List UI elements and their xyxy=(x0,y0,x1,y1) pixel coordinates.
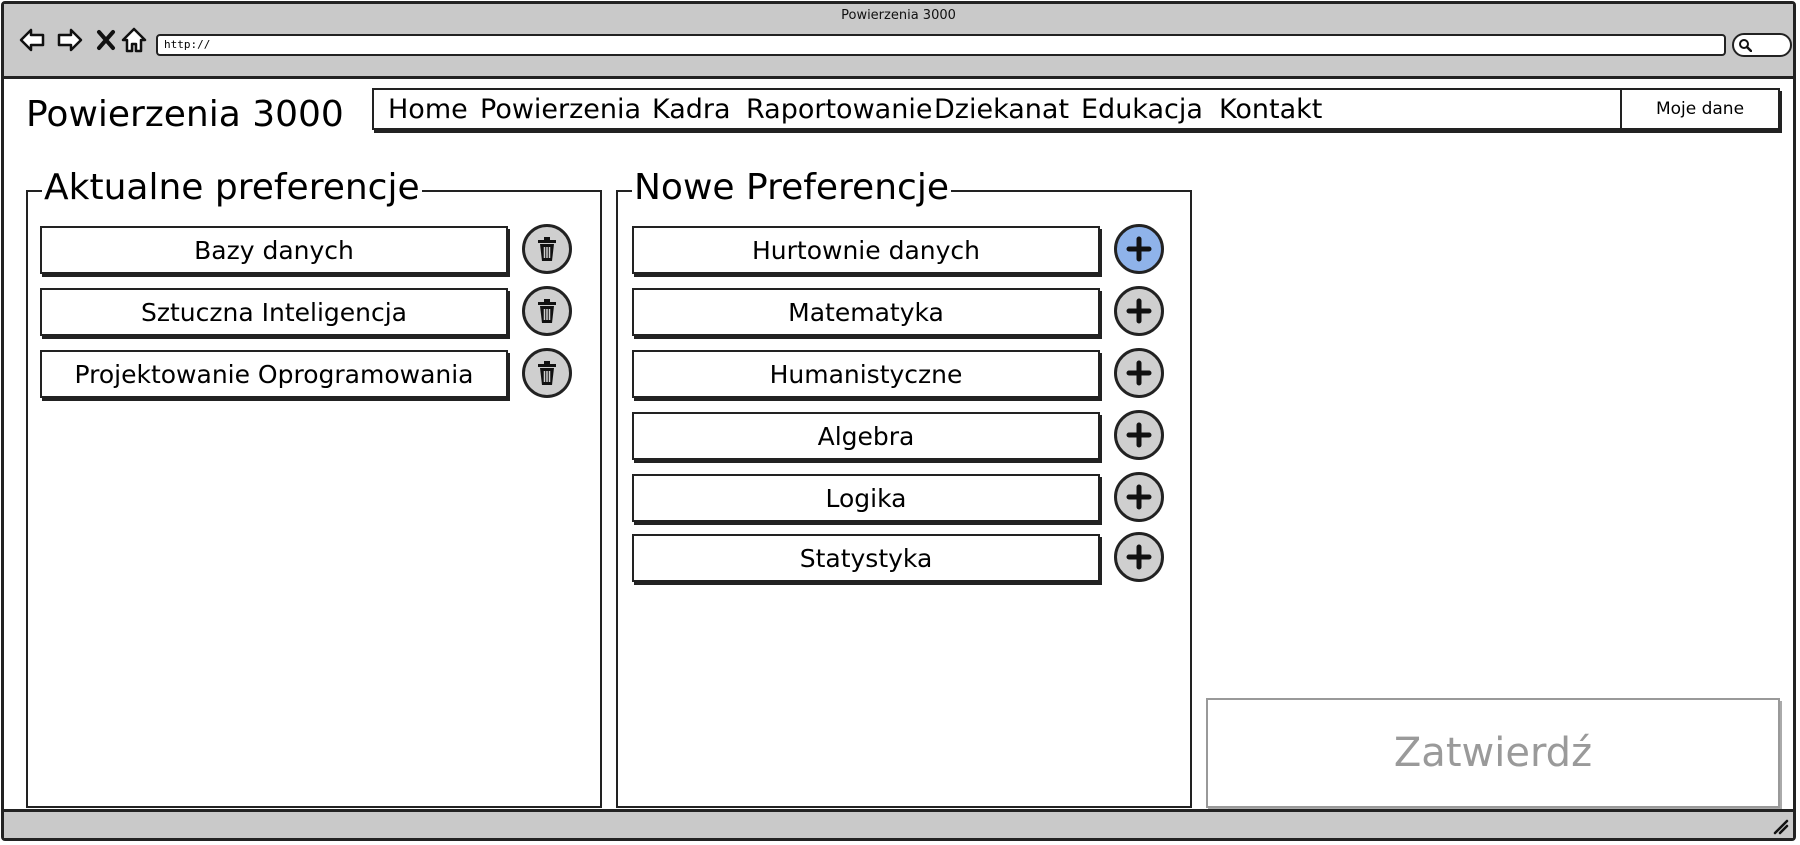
new-preference-item[interactable]: Humanistyczne xyxy=(632,350,1100,398)
app-title: Powierzenia 3000 xyxy=(26,94,344,135)
plus-icon xyxy=(1126,484,1152,510)
remove-preference-button[interactable] xyxy=(522,224,572,274)
close-icon xyxy=(97,30,115,50)
trash-icon xyxy=(538,361,556,385)
confirm-button[interactable]: Zatwierdź xyxy=(1206,698,1780,808)
my-data-button[interactable]: Moje dane xyxy=(1620,88,1780,130)
forward-button[interactable] xyxy=(54,24,86,56)
address-bar[interactable]: http:// xyxy=(156,34,1726,56)
window-title: Powierzenia 3000 xyxy=(841,8,956,23)
remove-preference-button[interactable] xyxy=(522,348,572,398)
menu-item-home[interactable]: Home xyxy=(388,94,468,125)
status-bar xyxy=(4,809,1793,838)
menu-item-dziekanat[interactable]: Dziekanat xyxy=(934,94,1069,125)
search-icon xyxy=(1739,39,1752,52)
new-preference-item[interactable]: Algebra xyxy=(632,412,1100,460)
current-preference-item[interactable]: Bazy danych xyxy=(40,226,508,274)
current-preferences-panel: Aktualne preferencje Bazy danych Sztuczn… xyxy=(26,166,602,808)
new-preference-item[interactable]: Logika xyxy=(632,474,1100,522)
trash-icon xyxy=(538,237,556,261)
current-preferences-title: Aktualne preferencje xyxy=(42,166,422,210)
plus-icon xyxy=(1126,422,1152,448)
menu-item-kontakt[interactable]: Kontakt xyxy=(1219,94,1322,125)
browser-window: Powierzenia 3000 http:// Powierzenia 300… xyxy=(1,1,1796,841)
new-preference-item[interactable]: Matematyka xyxy=(632,288,1100,336)
main-menu: Home Powierzenia Kadra Raportowanie Dzie… xyxy=(372,88,1780,130)
home-button[interactable] xyxy=(118,24,150,56)
menu-item-kadra[interactable]: Kadra xyxy=(652,94,731,125)
plus-icon xyxy=(1126,544,1152,570)
add-preference-button[interactable] xyxy=(1114,224,1164,274)
plus-icon xyxy=(1126,360,1152,386)
plus-icon xyxy=(1126,298,1152,324)
add-preference-button[interactable] xyxy=(1114,286,1164,336)
arrow-right-icon xyxy=(57,28,83,52)
browser-chrome: Powierzenia 3000 http:// xyxy=(4,4,1793,79)
trash-icon xyxy=(538,299,556,323)
resize-grip-icon[interactable] xyxy=(1771,817,1789,835)
new-preference-item[interactable]: Statystyka xyxy=(632,534,1100,582)
menu-item-raportowanie[interactable]: Raportowanie xyxy=(746,94,932,125)
arrow-left-icon xyxy=(19,28,45,52)
add-preference-button[interactable] xyxy=(1114,472,1164,522)
new-preferences-title: Nowe Preferencje xyxy=(632,166,951,210)
current-preference-item[interactable]: Sztuczna Inteligencja xyxy=(40,288,508,336)
add-preference-button[interactable] xyxy=(1114,410,1164,460)
add-preference-button[interactable] xyxy=(1114,348,1164,398)
home-icon xyxy=(121,27,147,53)
plus-icon xyxy=(1126,236,1152,262)
menu-item-edukacja[interactable]: Edukacja xyxy=(1081,94,1203,125)
add-preference-button[interactable] xyxy=(1114,532,1164,582)
browser-search-field[interactable] xyxy=(1732,33,1792,57)
remove-preference-button[interactable] xyxy=(522,286,572,336)
current-preference-item[interactable]: Projektowanie Oprogramowania xyxy=(40,350,508,398)
back-button[interactable] xyxy=(16,24,48,56)
new-preference-item[interactable]: Hurtownie danych xyxy=(632,226,1100,274)
new-preferences-panel: Nowe Preferencje Hurtownie danych Matema… xyxy=(616,166,1192,808)
menu-item-powierzenia[interactable]: Powierzenia xyxy=(480,94,641,125)
